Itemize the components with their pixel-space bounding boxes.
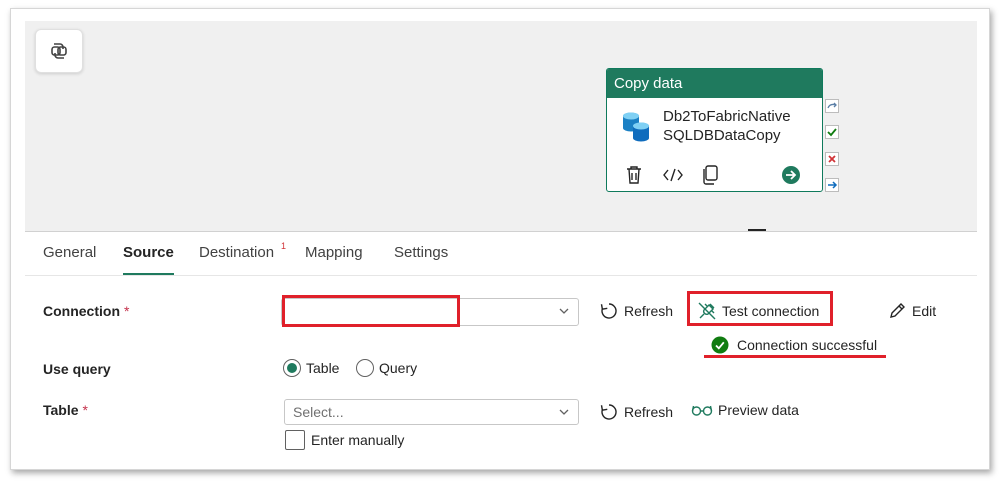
edit-label: Edit (912, 303, 937, 319)
enter-manually-label: Enter manually (311, 432, 405, 448)
go-arrow-icon[interactable] (781, 165, 801, 185)
radio-table-indicator (283, 359, 301, 377)
pipeline-editor: Copy data Db2ToFabricNative SQLDBDataCop… (10, 8, 990, 470)
activity-name-line1: Db2ToFabricNative (663, 108, 791, 125)
tab-mapping[interactable]: Mapping (305, 244, 363, 276)
radio-query[interactable]: Query (356, 359, 417, 377)
use-query-label: Use query (43, 361, 111, 377)
table-dropdown[interactable]: Select... (284, 399, 579, 425)
glasses-icon (691, 405, 713, 416)
table-refresh-button[interactable]: Refresh (599, 402, 673, 422)
enter-manually-box (285, 430, 305, 450)
highlight-connection-box (282, 295, 460, 327)
database-icon (623, 112, 649, 142)
completion-port-icon[interactable] (825, 178, 839, 192)
success-port-icon[interactable] (825, 125, 839, 139)
highlight-status-underline (704, 355, 886, 358)
pipeline-canvas[interactable]: Copy data Db2ToFabricNative SQLDBDataCop… (25, 21, 977, 231)
activity-name-line2: SQLDBDataCopy (663, 127, 781, 144)
delete-icon[interactable] (625, 165, 643, 185)
tab-destination[interactable]: Destination 1 (199, 241, 286, 276)
chevron-down-icon (559, 308, 569, 314)
copilot-icon (51, 43, 67, 59)
tab-destination-error-badge: 1 (281, 241, 287, 251)
radio-query-label: Query (379, 360, 418, 376)
connection-refresh-button[interactable]: Refresh (599, 301, 673, 321)
failure-port-icon[interactable] (825, 152, 839, 166)
skip-icon[interactable] (825, 99, 839, 113)
table-label: Table * (43, 402, 88, 418)
refresh-icon (600, 404, 617, 420)
tabs-separator (25, 275, 977, 276)
activity-title: Copy data (607, 69, 822, 98)
preview-data-button[interactable]: Preview data (691, 402, 799, 418)
tab-general[interactable]: General (43, 244, 96, 276)
tab-settings-label: Settings (394, 244, 449, 261)
check-circle-icon (711, 336, 729, 354)
required-marker: * (82, 402, 88, 418)
required-marker: * (124, 303, 130, 319)
panel-divider (25, 231, 977, 232)
chevron-down-icon (559, 409, 569, 415)
enter-manually-checkbox[interactable]: Enter manually (285, 430, 404, 450)
table-label-text: Table (43, 402, 79, 418)
tab-source[interactable]: Source (123, 244, 174, 276)
tab-destination-label: Destination (199, 244, 275, 261)
copy-icon[interactable] (701, 165, 719, 185)
edit-connection-button[interactable]: Edit (887, 301, 936, 321)
copilot-button[interactable] (35, 29, 83, 73)
connection-status-text: Connection successful (737, 337, 878, 353)
radio-query-indicator (356, 359, 374, 377)
highlight-test-connection-box (687, 291, 833, 326)
connection-refresh-label: Refresh (624, 303, 674, 319)
pencil-icon (890, 303, 905, 318)
table-placeholder: Select... (293, 404, 344, 420)
connection-label: Connection * (43, 303, 129, 319)
tab-mapping-label: Mapping (305, 244, 363, 261)
tab-settings[interactable]: Settings (394, 244, 448, 276)
tab-source-label: Source (123, 244, 174, 261)
radio-table-label: Table (306, 360, 340, 376)
connection-status: Connection successful (711, 336, 877, 354)
tab-general-label: General (43, 244, 97, 261)
copy-data-activity[interactable]: Copy data Db2ToFabricNative SQLDBDataCop… (606, 68, 823, 192)
connection-label-text: Connection (43, 303, 120, 319)
refresh-icon (600, 303, 617, 319)
table-refresh-label: Refresh (624, 404, 674, 420)
preview-data-label: Preview data (718, 402, 799, 418)
radio-table[interactable]: Table (283, 359, 339, 377)
activity-name: Db2ToFabricNative SQLDBDataCopy (663, 107, 791, 145)
code-icon[interactable] (662, 167, 684, 183)
